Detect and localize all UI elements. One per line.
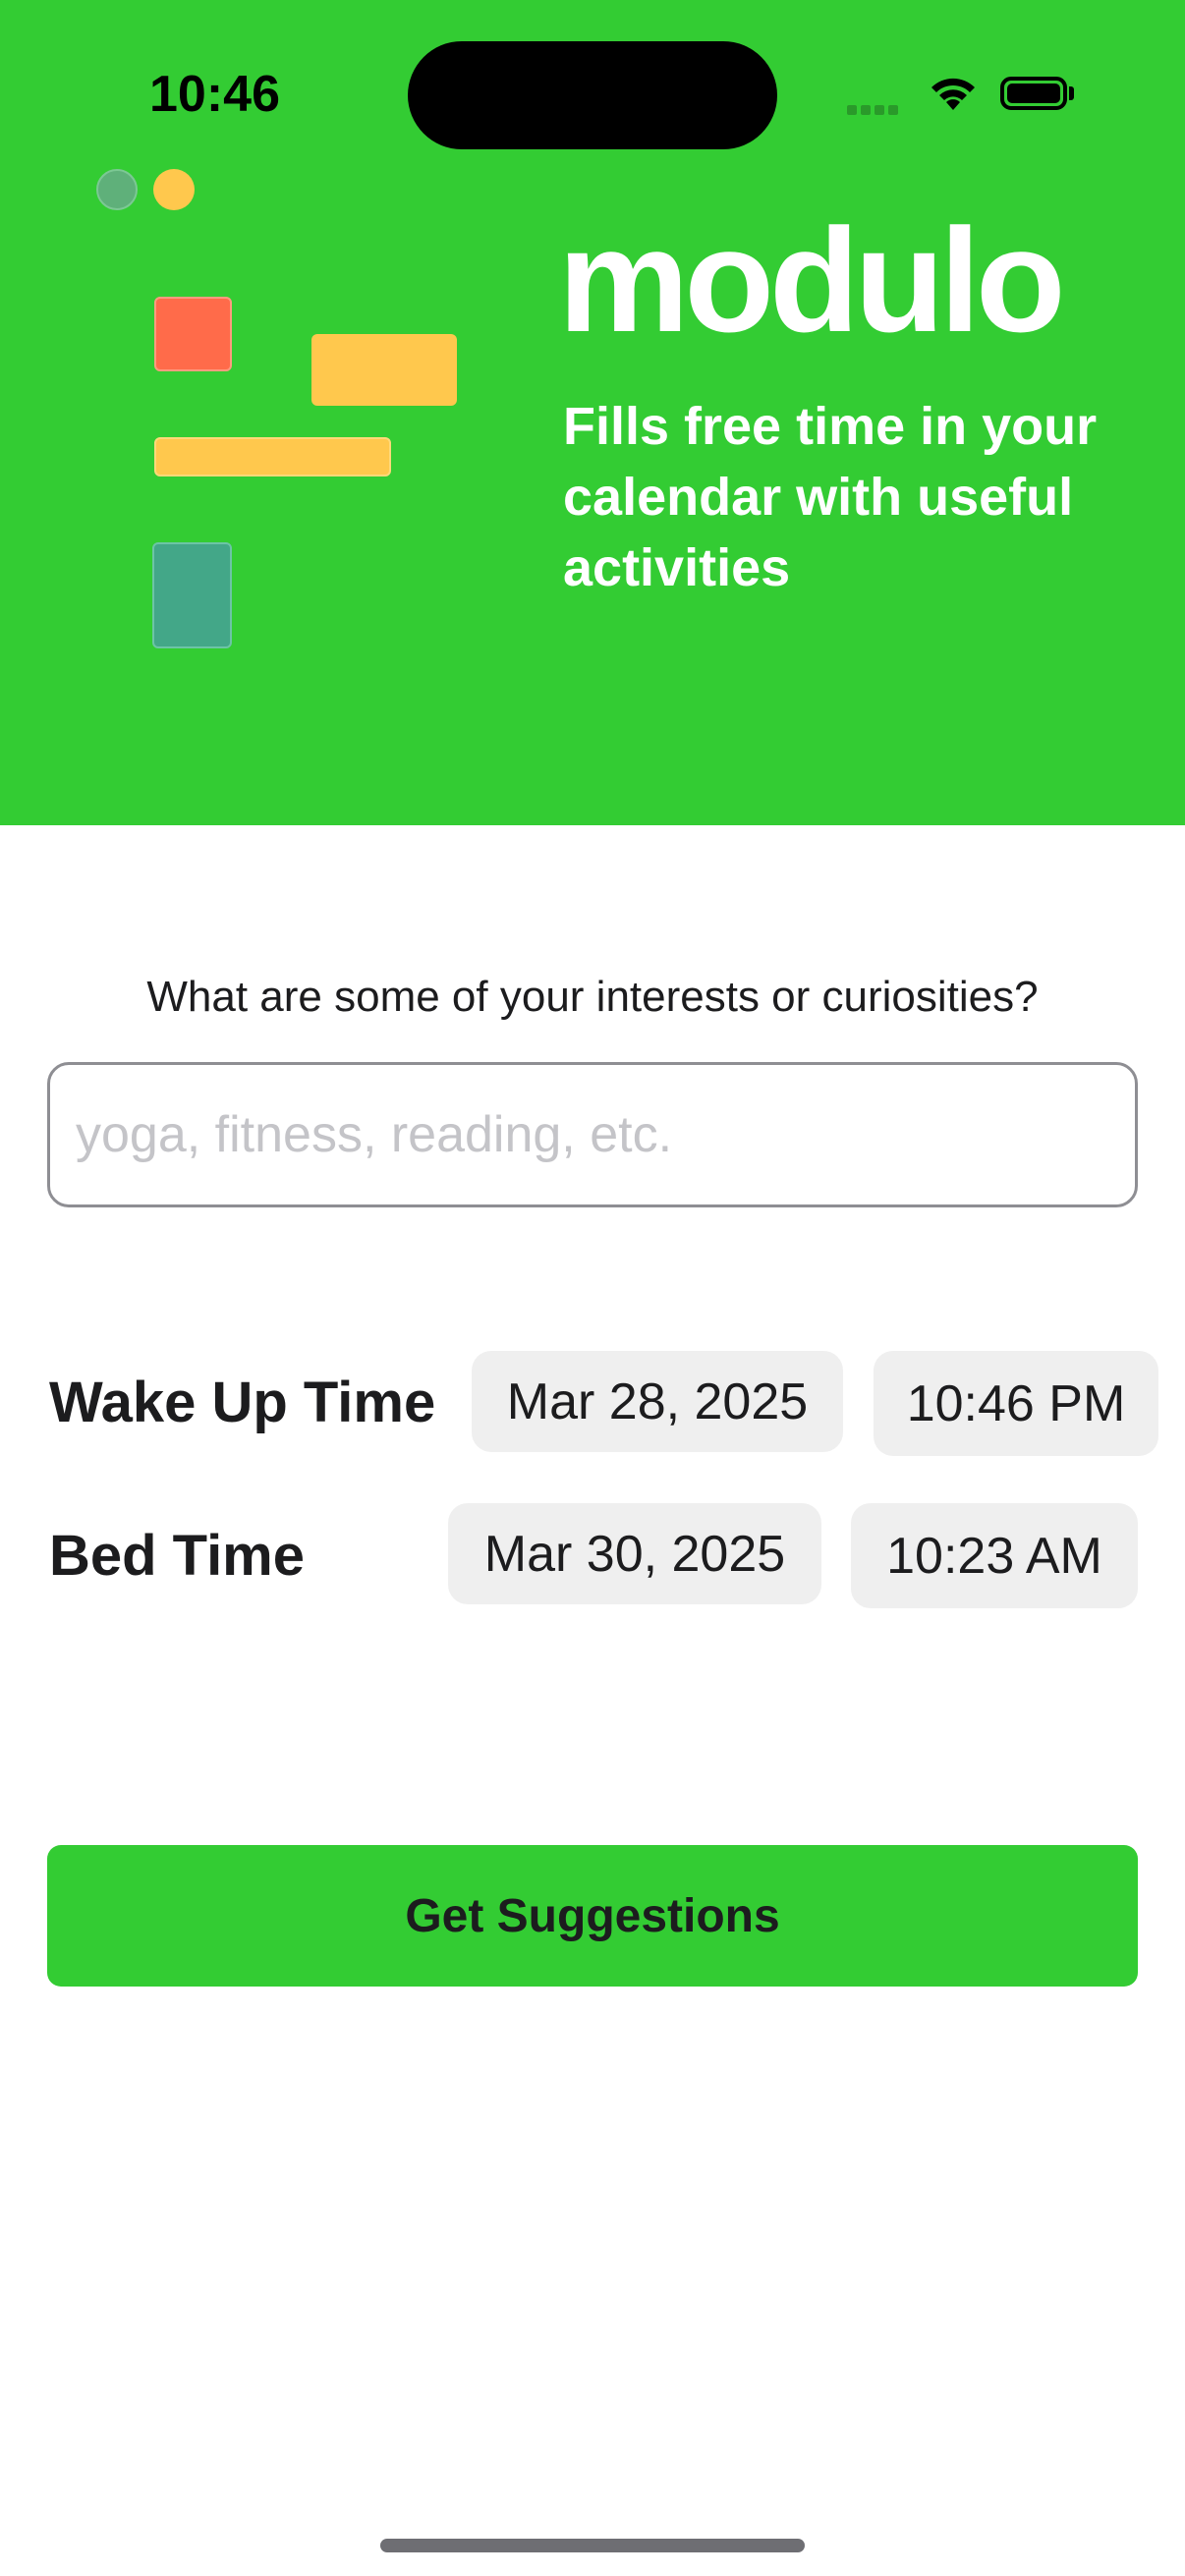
bed-date-picker[interactable]: Mar 30, 2025: [448, 1503, 821, 1604]
cellular-signal-icon-bar: [888, 105, 898, 115]
wake-up-date-picker[interactable]: Mar 28, 2025: [472, 1351, 843, 1452]
cellular-signal-icon-bar: [875, 105, 884, 115]
status-indicators: [847, 71, 1083, 120]
bed-time-label: Bed Time: [49, 1524, 306, 1588]
decor-block-red: [154, 297, 232, 371]
battery-icon: [1000, 77, 1067, 110]
status-time: 10:46: [149, 66, 280, 123]
app-title: modulo: [558, 197, 1066, 363]
cellular-signal-icon: [847, 105, 857, 115]
home-indicator[interactable]: [380, 2539, 805, 2552]
decor-block-yellow: [311, 334, 457, 406]
bed-time-picker[interactable]: 10:23 AM: [851, 1503, 1138, 1608]
decor-block-teal: [152, 542, 232, 648]
dynamic-island: [408, 41, 777, 149]
hero-banner: 10:46 modulo Fills free time in your cal…: [0, 0, 1185, 825]
decor-dot-yellow: [153, 169, 195, 210]
wake-up-time-label: Wake Up Time: [49, 1371, 436, 1434]
wifi-icon: [931, 78, 975, 110]
cellular-signal-icon-bar: [861, 105, 871, 115]
interests-question: What are some of your interests or curio…: [146, 973, 1039, 1021]
decor-bar-yellow: [154, 437, 391, 476]
decor-dot-green: [96, 169, 138, 210]
get-suggestions-button[interactable]: Get Suggestions: [47, 1845, 1138, 1987]
interests-input[interactable]: [47, 1062, 1138, 1207]
wake-up-time-picker[interactable]: 10:46 PM: [874, 1351, 1158, 1456]
battery-cap: [1069, 86, 1074, 100]
app-tagline: Fills free time in your calendar with us…: [563, 397, 1098, 597]
